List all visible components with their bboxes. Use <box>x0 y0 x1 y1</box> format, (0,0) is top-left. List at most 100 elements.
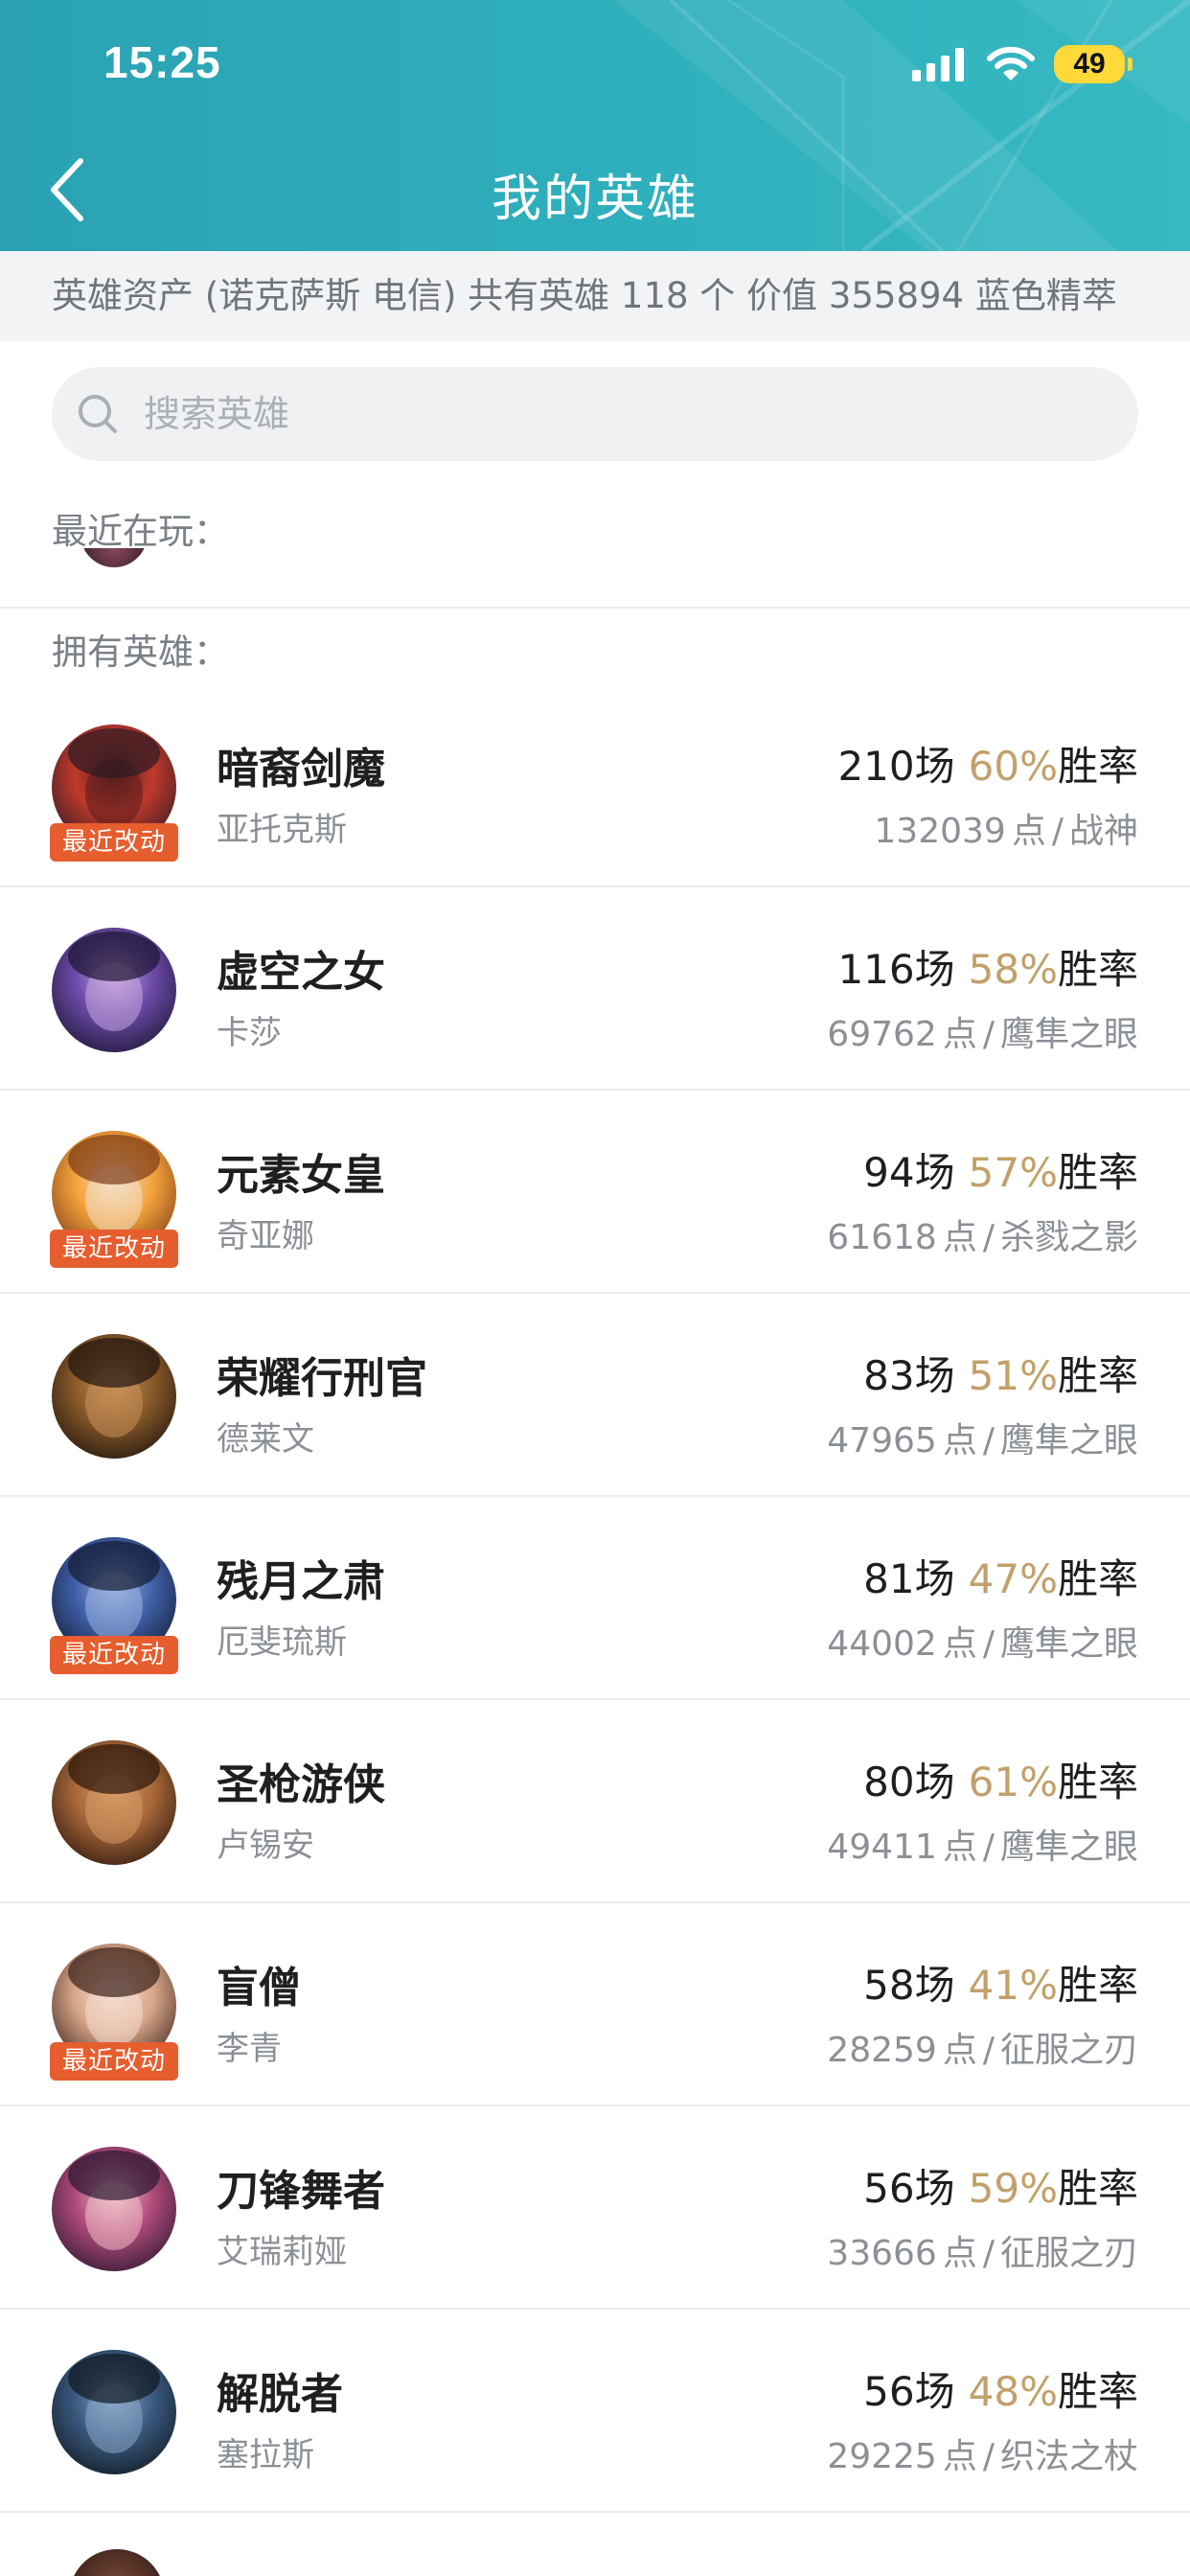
hero-title: 元素女皇 <box>217 1151 385 1200</box>
hero-name: 亚托克斯 <box>217 811 347 849</box>
win-rate-label: 胜率 <box>1057 1555 1138 1602</box>
separator: / <box>982 2031 995 2070</box>
hero-name: 厄斐琉斯 <box>217 1623 347 1662</box>
separator: / <box>1051 812 1064 851</box>
games-unit: 场 <box>914 2368 955 2415</box>
recent-hero-avatar[interactable] <box>80 548 148 571</box>
points-unit: 点 <box>942 2031 977 2070</box>
hero-avatar <box>52 1740 176 1865</box>
separator: / <box>982 2234 995 2273</box>
games-unit: 场 <box>914 1352 955 1399</box>
hero-assets-summary: 英雄资产 (诺克萨斯 电信) 共有英雄 118 个 价值 355894 蓝色精萃 <box>0 251 1190 341</box>
hero-mastery: 47965 点 / 鹰隼之眼 <box>827 1413 1138 1462</box>
win-rate-label: 胜率 <box>1057 1962 1138 2009</box>
hero-list: 最近改动 暗裔剑魔 亚托克斯 210场 60%胜率 132039 点 / 战神 <box>0 684 1190 2513</box>
hero-game-stats: 56场 59%胜率 <box>863 2156 1138 2215</box>
header: 15:25 49 我的英雄 <box>0 0 1190 251</box>
status-time: 15:25 <box>103 37 221 87</box>
hero-title: 解脱者 <box>217 2370 343 2419</box>
status-icons: 49 <box>910 40 1133 88</box>
games-count: 210 <box>837 743 915 790</box>
separator: / <box>982 1218 995 1257</box>
avatar <box>69 2549 165 2576</box>
battery-indicator: 49 <box>1054 45 1133 83</box>
games-count: 56 <box>863 2368 915 2415</box>
win-rate: 57% <box>968 1149 1058 1196</box>
mastery-points: 33666 <box>827 2234 937 2273</box>
win-rate-label: 胜率 <box>1057 1759 1138 1806</box>
hero-name: 奇亚娜 <box>217 1217 314 1255</box>
games-unit: 场 <box>914 2165 955 2212</box>
hero-mastery: 61618 点 / 杀戮之影 <box>827 1209 1138 1259</box>
hero-title: 圣枪游侠 <box>217 1760 385 1809</box>
page-title: 我的英雄 <box>491 171 698 228</box>
points-unit: 点 <box>942 2234 977 2273</box>
hero-title: 虚空之女 <box>217 948 385 997</box>
mastery-rank: 鹰隼之眼 <box>999 1624 1138 1664</box>
hero-avatar <box>52 2350 176 2474</box>
games-unit: 场 <box>914 1555 955 1602</box>
hero-row[interactable]: 解脱者 塞拉斯 56场 48%胜率 29225 点 / 织法之杖 <box>0 2310 1190 2513</box>
signal-icon <box>912 48 964 81</box>
hero-title: 刀锋舞者 <box>217 2167 385 2216</box>
next-hero-row-peek <box>0 2530 1190 2576</box>
recently-changed-badge: 最近改动 <box>50 1230 178 1268</box>
section-divider <box>0 607 1190 609</box>
hero-avatar <box>52 2147 176 2271</box>
mastery-points: 132039 <box>874 812 1006 851</box>
hero-game-stats: 80场 61%胜率 <box>863 1750 1138 1808</box>
hero-row[interactable]: 最近改动 残月之肃 厄斐琉斯 81场 47%胜率 44002 点 / 鹰隼之眼 <box>0 1497 1190 1700</box>
win-rate: 60% <box>968 743 1058 790</box>
hero-row[interactable]: 最近改动 元素女皇 奇亚娜 94场 57%胜率 61618 点 / 杀戮之影 <box>0 1091 1190 1294</box>
separator: / <box>982 1828 995 1867</box>
recently-changed-badge: 最近改动 <box>50 1636 178 1674</box>
mastery-rank: 杀戮之影 <box>999 1218 1138 1257</box>
hero-title: 暗裔剑魔 <box>217 745 385 794</box>
mastery-points: 28259 <box>827 2031 937 2070</box>
hero-row[interactable]: 虚空之女 卡莎 116场 58%胜率 69762 点 / 鹰隼之眼 <box>0 887 1190 1091</box>
recent-label: 最近在玩： <box>52 511 229 552</box>
hero-row[interactable]: 最近改动 暗裔剑魔 亚托克斯 210场 60%胜率 132039 点 / 战神 <box>0 684 1190 887</box>
mastery-points: 47965 <box>827 1421 937 1460</box>
hero-title: 盲僧 <box>217 1964 301 2012</box>
mastery-rank: 征服之刃 <box>999 2234 1138 2273</box>
search-icon <box>79 395 117 433</box>
win-rate-label: 胜率 <box>1057 946 1138 993</box>
win-rate: 51% <box>968 1352 1058 1399</box>
games-count: 94 <box>863 1149 915 1196</box>
hero-avatar <box>52 1334 176 1459</box>
win-rate-label: 胜率 <box>1057 1149 1138 1196</box>
search-bar[interactable] <box>52 367 1138 461</box>
hero-name: 塞拉斯 <box>217 2436 314 2474</box>
hero-name: 艾瑞莉娅 <box>217 2233 347 2271</box>
mastery-points: 29225 <box>827 2437 937 2476</box>
points-unit: 点 <box>942 1624 977 1664</box>
recently-changed-badge: 最近改动 <box>50 823 178 862</box>
hero-row[interactable]: 圣枪游侠 卢锡安 80场 61%胜率 49411 点 / 鹰隼之眼 <box>0 1700 1190 1903</box>
hero-avatar <box>52 928 176 1052</box>
win-rate: 61% <box>968 1759 1058 1806</box>
hero-row[interactable]: 荣耀行刑官 德莱文 83场 51%胜率 47965 点 / 鹰隼之眼 <box>0 1294 1190 1497</box>
hero-name: 李青 <box>217 2030 282 2068</box>
hero-game-stats: 81场 47%胜率 <box>863 1547 1138 1605</box>
hero-mastery: 44002 点 / 鹰隼之眼 <box>827 1616 1138 1666</box>
games-count: 116 <box>837 946 915 993</box>
search-input[interactable] <box>144 367 1102 461</box>
games-unit: 场 <box>914 1759 955 1806</box>
mastery-rank: 鹰隼之眼 <box>999 1828 1138 1867</box>
separator: / <box>982 1421 995 1460</box>
win-rate: 58% <box>968 946 1058 993</box>
mastery-rank: 鹰隼之眼 <box>999 1015 1138 1054</box>
recently-changed-badge: 最近改动 <box>50 2042 178 2081</box>
mastery-rank: 织法之杖 <box>999 2437 1138 2476</box>
games-count: 83 <box>863 1352 915 1399</box>
win-rate: 59% <box>968 2165 1058 2212</box>
hero-row[interactable]: 刀锋舞者 艾瑞莉娅 56场 59%胜率 33666 点 / 征服之刃 <box>0 2106 1190 2310</box>
hero-row[interactable]: 最近改动 盲僧 李青 58场 41%胜率 28259 点 / 征服之刃 <box>0 1903 1190 2106</box>
hero-mastery: 29225 点 / 织法之杖 <box>827 2428 1138 2478</box>
hero-game-stats: 210场 60%胜率 <box>837 734 1138 793</box>
hero-game-stats: 94场 57%胜率 <box>863 1140 1138 1199</box>
games-count: 56 <box>863 2165 915 2212</box>
hero-mastery: 132039 点 / 战神 <box>874 803 1138 853</box>
mastery-rank: 鹰隼之眼 <box>999 1421 1138 1460</box>
